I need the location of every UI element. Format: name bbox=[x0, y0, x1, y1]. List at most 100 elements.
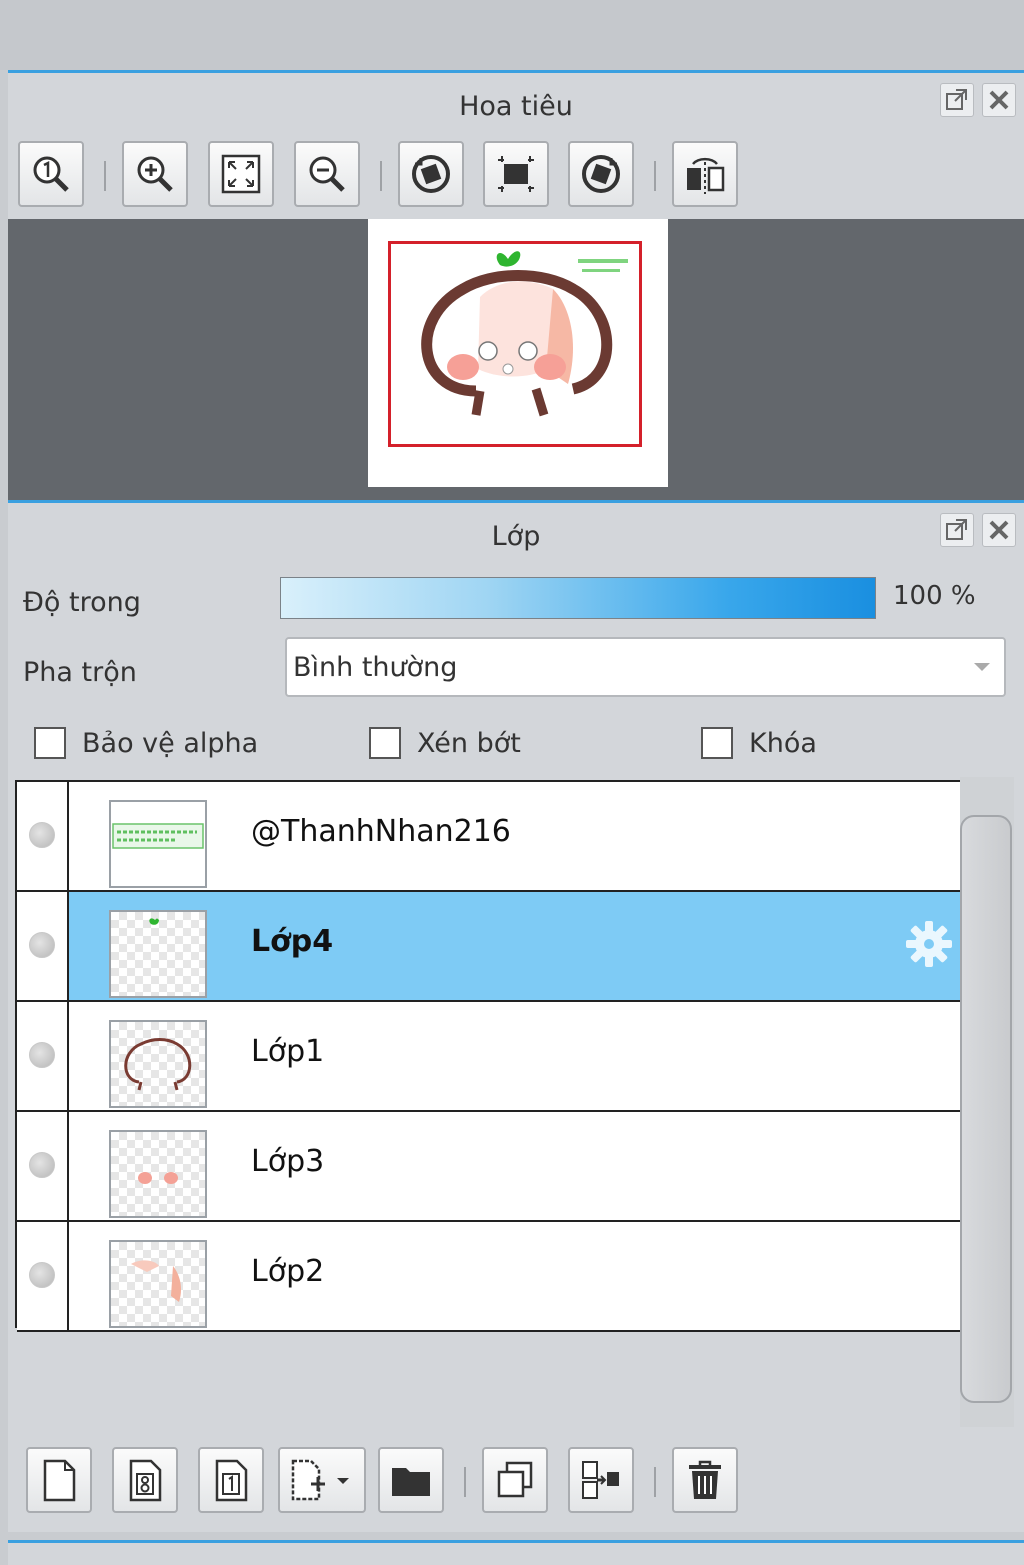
protect-alpha-checkbox[interactable]: Bảo vệ alpha bbox=[34, 727, 258, 759]
zoom-in-icon bbox=[137, 156, 173, 192]
app-window: Hoa tiêu Lớp Độ trong 100 % Pha trộn Bìn… bbox=[0, 0, 1024, 1565]
add-layer-dropdown-icon bbox=[291, 1459, 349, 1501]
new-1bit-layer-button[interactable] bbox=[198, 1447, 264, 1513]
add-layer-dropdown-button[interactable] bbox=[278, 1447, 366, 1513]
blend-label: Pha trộn bbox=[23, 657, 137, 688]
fit-screen-icon bbox=[221, 154, 261, 194]
layer-thumbnail bbox=[109, 910, 207, 998]
blend-mode-select[interactable]: Bình thường bbox=[285, 637, 1006, 697]
opacity-value: 100 % bbox=[893, 581, 976, 611]
layer-visibility-toggle[interactable] bbox=[17, 782, 69, 890]
rotate-right-button[interactable] bbox=[568, 141, 634, 207]
reset-view-icon bbox=[498, 156, 534, 192]
layer-list-scrollbar[interactable] bbox=[960, 777, 1014, 1427]
layer-row[interactable]: Lớp1 bbox=[17, 1002, 963, 1112]
layer-thumbnail bbox=[109, 1130, 207, 1218]
clipping-checkbox[interactable]: Xén bớt bbox=[369, 727, 521, 759]
next-panel-header bbox=[8, 1540, 1024, 1565]
new-layer-button[interactable] bbox=[26, 1447, 92, 1513]
layer-list[interactable]: @ThanhNhan216 Lớp4 Lớp1 Lớp3 Lớp2 bbox=[15, 780, 965, 1332]
top-strip bbox=[0, 0, 1024, 70]
new-layer-icon bbox=[43, 1459, 76, 1502]
visibility-dot-icon bbox=[29, 1152, 55, 1178]
toolbar-separator bbox=[380, 161, 382, 191]
navigator-close-button[interactable] bbox=[982, 83, 1016, 117]
close-icon bbox=[989, 520, 1009, 540]
layer-visibility-toggle[interactable] bbox=[17, 1002, 69, 1110]
clipping-label: Xén bớt bbox=[417, 727, 521, 759]
sprout-thumbnail-art bbox=[149, 918, 159, 925]
layers-title: Lớp bbox=[491, 521, 541, 552]
layer-visibility-toggle[interactable] bbox=[17, 1112, 69, 1220]
merge-down-icon bbox=[582, 1461, 619, 1499]
zoom-actual-button[interactable] bbox=[18, 141, 84, 207]
layer-visibility-toggle[interactable] bbox=[17, 1222, 69, 1330]
lock-checkbox[interactable]: Khóa bbox=[701, 727, 817, 759]
visibility-dot-icon bbox=[29, 932, 55, 958]
layer-name: Lớp1 bbox=[251, 1034, 325, 1069]
zoom-out-icon bbox=[309, 156, 345, 192]
layer-row-selected[interactable]: Lớp4 bbox=[17, 892, 963, 1002]
new-folder-button[interactable] bbox=[378, 1447, 444, 1513]
layer-row[interactable]: Lớp3 bbox=[17, 1112, 963, 1222]
outline-thumbnail-art bbox=[124, 1038, 192, 1091]
toolbar-separator bbox=[654, 1467, 656, 1497]
layer-visibility-toggle[interactable] bbox=[17, 892, 69, 1000]
opacity-label: Độ trong bbox=[23, 587, 141, 618]
layers-panel: Lớp Độ trong 100 % Pha trộn Bình thường … bbox=[8, 500, 1024, 1532]
delete-layer-button[interactable] bbox=[672, 1447, 738, 1513]
zoom-in-button[interactable] bbox=[122, 141, 188, 207]
toolbar-separator bbox=[654, 161, 656, 191]
lock-label: Khóa bbox=[749, 727, 817, 759]
reset-view-button[interactable] bbox=[483, 141, 549, 207]
navigator-panel: Hoa tiêu bbox=[8, 70, 1024, 501]
view-rectangle[interactable] bbox=[388, 241, 642, 447]
new-8bit-layer-icon bbox=[129, 1459, 162, 1502]
gear-icon[interactable] bbox=[903, 918, 955, 970]
opacity-slider[interactable] bbox=[280, 577, 876, 619]
duplicate-layer-icon bbox=[497, 1461, 533, 1498]
layer-name: Lớp2 bbox=[251, 1254, 325, 1289]
layers-close-button[interactable] bbox=[982, 513, 1016, 547]
layer-thumbnail bbox=[109, 1240, 207, 1328]
layer-row[interactable]: Lớp2 bbox=[17, 1222, 963, 1332]
visibility-dot-icon bbox=[29, 1042, 55, 1068]
popout-icon bbox=[946, 89, 967, 110]
layers-popout-button[interactable] bbox=[940, 513, 974, 547]
toolbar-separator bbox=[464, 1467, 466, 1497]
rotate-left-button[interactable] bbox=[398, 141, 464, 207]
scrollbar-thumb[interactable] bbox=[960, 815, 1012, 1403]
merge-down-button[interactable] bbox=[568, 1447, 634, 1513]
rotate-left-icon bbox=[412, 155, 450, 193]
blend-mode-value: Bình thường bbox=[293, 652, 458, 683]
navigator-preview-area[interactable] bbox=[8, 219, 1024, 501]
shading-thumbnail-art bbox=[131, 1260, 181, 1302]
checkbox-box[interactable] bbox=[369, 727, 401, 759]
layer-thumbnail bbox=[109, 800, 207, 888]
popout-icon bbox=[946, 519, 967, 540]
fit-screen-button[interactable] bbox=[208, 141, 274, 207]
cheeks-thumbnail-art bbox=[138, 1172, 178, 1184]
layer-name: @ThanhNhan216 bbox=[251, 814, 511, 849]
flip-horizontal-button[interactable] bbox=[672, 141, 738, 207]
visibility-dot-icon bbox=[29, 1262, 55, 1288]
layer-name: Lớp4 bbox=[251, 924, 334, 959]
chevron-down-icon bbox=[974, 663, 990, 671]
checkbox-box[interactable] bbox=[34, 727, 66, 759]
rotate-right-icon bbox=[582, 155, 620, 193]
close-icon bbox=[989, 90, 1009, 110]
zoom-out-button[interactable] bbox=[294, 141, 360, 207]
new-8bit-layer-button[interactable] bbox=[112, 1447, 178, 1513]
layer-row[interactable]: @ThanhNhan216 bbox=[17, 782, 963, 892]
visibility-dot-icon bbox=[29, 822, 55, 848]
navigator-title: Hoa tiêu bbox=[459, 91, 573, 122]
folder-icon bbox=[392, 1468, 430, 1496]
checkbox-box[interactable] bbox=[701, 727, 733, 759]
duplicate-layer-button[interactable] bbox=[482, 1447, 548, 1513]
navigator-canvas-thumbnail bbox=[368, 219, 668, 487]
layer-thumbnail bbox=[109, 1020, 207, 1108]
layer-name: Lớp3 bbox=[251, 1144, 325, 1179]
new-1bit-layer-icon bbox=[215, 1459, 248, 1502]
navigator-popout-button[interactable] bbox=[940, 83, 974, 117]
flip-horizontal-icon bbox=[687, 157, 725, 194]
